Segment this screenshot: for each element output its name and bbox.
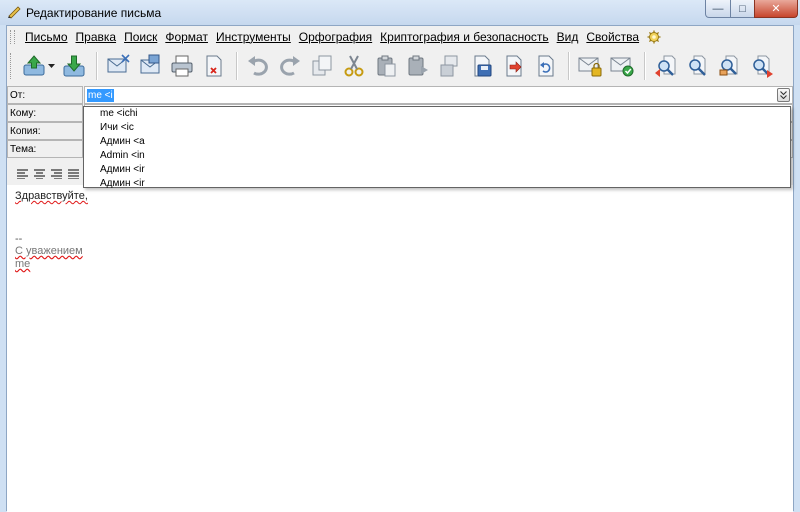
from-autocomplete-list: me <ichi Ичи <ic Админ <a Admin <in Адми…	[83, 106, 791, 190]
redo-icon	[280, 56, 300, 76]
title-bar: Редактирование письма — □ ✕	[0, 0, 800, 25]
save-icon	[63, 55, 85, 77]
print-icon	[171, 55, 193, 77]
from-dropdown-button[interactable]	[777, 88, 790, 102]
save-draft-icon	[474, 55, 492, 77]
chevron-down-icon	[47, 64, 55, 68]
find-icon	[689, 55, 706, 76]
align-justify-icon[interactable]	[68, 169, 79, 179]
insert-icon	[440, 55, 458, 77]
encrypt-button[interactable]	[575, 51, 605, 81]
toolbar-separator	[236, 52, 238, 80]
replace-button[interactable]	[747, 51, 777, 81]
close-button[interactable]: ✕	[754, 0, 798, 18]
toolbar-separator	[568, 52, 570, 80]
send-button[interactable]	[19, 51, 49, 81]
menu-search[interactable]: Поиск	[120, 30, 161, 44]
minimize-button[interactable]: —	[705, 0, 731, 18]
paste-special-button[interactable]	[403, 51, 433, 81]
cc-label: Копия:	[7, 122, 83, 140]
insert-button[interactable]	[435, 51, 465, 81]
find-button[interactable]	[683, 51, 713, 81]
attach-icon	[140, 54, 160, 74]
body-greeting: Здравствуйте,	[15, 190, 88, 202]
menu-spelling[interactable]: Орфография	[295, 30, 376, 44]
toolbar-grip[interactable]	[10, 53, 14, 79]
reply-icon	[538, 55, 554, 77]
address-book-icon	[107, 54, 130, 73]
toolbar-separator	[644, 52, 646, 80]
menu-letter[interactable]: Письмо	[21, 30, 72, 44]
toolbar	[7, 48, 793, 84]
message-body[interactable]: Здравствуйте, -- С уважением me	[7, 185, 793, 512]
address-book-button[interactable]	[103, 51, 133, 81]
forward-icon	[506, 55, 522, 77]
align-center-icon[interactable]	[34, 169, 45, 179]
window-frame: Письмо Правка Поиск Формат Инструменты О…	[6, 25, 794, 512]
from-field-value[interactable]: me <i	[87, 89, 114, 102]
autocomplete-item[interactable]: Админ <ir	[100, 178, 145, 190]
maximize-button[interactable]: □	[730, 0, 755, 18]
save-button[interactable]	[59, 51, 89, 81]
to-label: Кому:	[7, 104, 83, 122]
gear-icon[interactable]	[647, 30, 661, 44]
autocomplete-item[interactable]: Admin <in	[100, 150, 145, 162]
paste-icon	[377, 55, 396, 77]
menu-properties[interactable]: Свойства	[582, 30, 643, 44]
subject-label: Тема:	[7, 140, 83, 158]
reply-button[interactable]	[531, 51, 561, 81]
delete-icon	[206, 55, 222, 77]
send-dropdown[interactable]	[47, 51, 55, 81]
menu-edit[interactable]: Правка	[72, 30, 121, 44]
sign-icon	[610, 57, 634, 77]
undo-button[interactable]	[243, 51, 273, 81]
from-row: От: me <i	[7, 86, 793, 104]
cut-button[interactable]	[339, 51, 369, 81]
signature-name: me	[15, 258, 31, 270]
signature-regards: С уважением	[15, 245, 83, 257]
paste-button[interactable]	[371, 51, 401, 81]
menu-bar: Письмо Правка Поиск Формат Инструменты О…	[7, 26, 793, 48]
sign-button[interactable]	[607, 51, 637, 81]
menu-grip[interactable]	[10, 30, 15, 44]
align-right-icon[interactable]	[51, 169, 62, 179]
menu-tools[interactable]: Инструменты	[212, 30, 295, 44]
signature-separator: --	[15, 233, 23, 245]
find-prev-icon	[655, 55, 676, 77]
find-prev-button[interactable]	[651, 51, 681, 81]
undo-icon	[248, 56, 268, 76]
replace-icon	[753, 55, 773, 78]
menu-format[interactable]: Формат	[161, 30, 212, 44]
app-icon	[8, 6, 21, 19]
menu-view[interactable]: Вид	[553, 30, 583, 44]
paste-special-icon	[408, 55, 428, 76]
copy-icon	[312, 55, 332, 76]
autocomplete-item[interactable]: Админ <ir	[100, 164, 145, 176]
close-icon: ✕	[771, 3, 781, 15]
window-title: Редактирование письма	[26, 6, 162, 20]
save-draft-button[interactable]	[467, 51, 497, 81]
find-next-icon	[719, 55, 738, 76]
delete-button[interactable]	[199, 51, 229, 81]
minimize-icon: —	[712, 2, 724, 15]
autocomplete-item[interactable]: me <ichi	[100, 108, 138, 120]
from-label: От:	[7, 86, 83, 104]
align-left-icon[interactable]	[17, 169, 28, 179]
cut-icon	[344, 55, 364, 77]
autocomplete-item[interactable]: Админ <a	[100, 136, 145, 148]
find-next-button[interactable]	[715, 51, 745, 81]
redo-button[interactable]	[275, 51, 305, 81]
copy-button[interactable]	[307, 51, 337, 81]
chevron-down-icon	[780, 91, 787, 99]
print-button[interactable]	[167, 51, 197, 81]
menu-crypto[interactable]: Криптография и безопасность	[376, 30, 552, 44]
maximize-icon: □	[739, 2, 746, 15]
autocomplete-item[interactable]: Ичи <ic	[100, 122, 134, 134]
from-field[interactable]: me <i	[84, 86, 793, 104]
send-icon	[23, 55, 45, 76]
toolbar-separator	[96, 52, 98, 80]
attach-button[interactable]	[135, 51, 165, 81]
forward-button[interactable]	[499, 51, 529, 81]
encrypt-icon	[578, 57, 602, 77]
